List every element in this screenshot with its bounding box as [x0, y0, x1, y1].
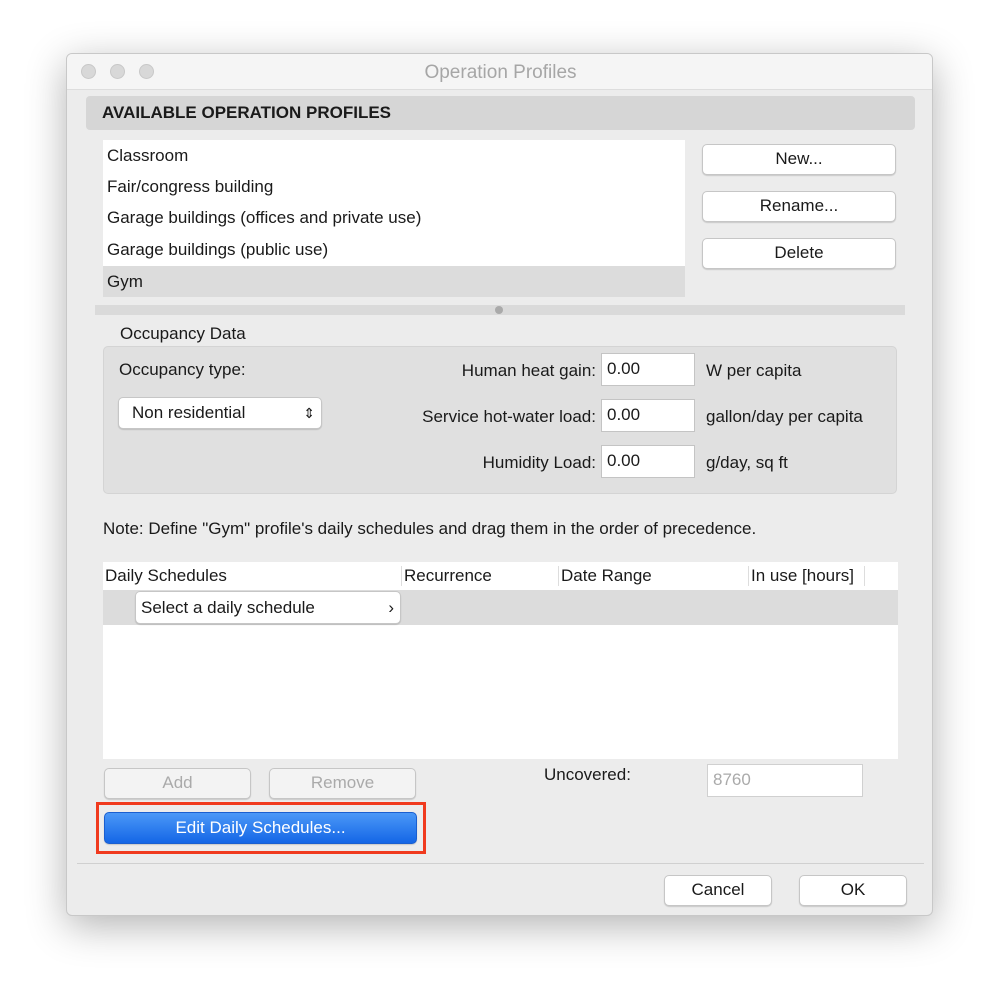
heat-gain-unit: W per capita: [706, 361, 802, 380]
cancel-button[interactable]: Cancel: [664, 875, 772, 906]
column-header[interactable]: Date Range: [558, 566, 652, 586]
divider-handle-icon[interactable]: [495, 306, 503, 314]
split-divider[interactable]: [95, 305, 905, 315]
table-row: Select a daily schedule ›: [103, 590, 898, 625]
column-header[interactable]: Daily Schedules: [105, 566, 227, 586]
list-item[interactable]: Garage buildings (offices and private us…: [103, 202, 685, 233]
title-bar: Operation Profiles: [67, 54, 932, 90]
list-item[interactable]: Classroom: [103, 140, 685, 171]
profile-list: Classroom Fair/congress building Garage …: [103, 140, 685, 297]
uncovered-field: 8760: [707, 764, 863, 797]
occupancy-type-select[interactable]: Non residential ⇕: [118, 397, 322, 429]
delete-button[interactable]: Delete: [702, 238, 896, 269]
list-item[interactable]: Fair/congress building: [103, 171, 685, 202]
column-header[interactable]: Recurrence: [401, 566, 492, 586]
operation-profiles-dialog: Operation Profiles AVAILABLE OPERATION P…: [66, 53, 933, 916]
footer-divider: [77, 863, 924, 864]
schedules-table: Daily Schedules Recurrence Date Range In…: [103, 562, 898, 759]
humidity-label: Humidity Load:: [482, 453, 596, 472]
ok-button[interactable]: OK: [799, 875, 907, 906]
heat-gain-label: Human heat gain:: [461, 361, 596, 380]
heat-gain-input[interactable]: 0.00: [601, 353, 695, 386]
occupancy-group-label: Occupancy Data: [120, 324, 246, 343]
window-title: Operation Profiles: [424, 62, 577, 83]
add-button[interactable]: Add: [104, 768, 251, 799]
occupancy-type-label: Occupancy type:: [119, 360, 246, 379]
hot-water-input[interactable]: 0.00: [601, 399, 695, 432]
hot-water-label: Service hot-water load:: [422, 407, 596, 426]
section-header: AVAILABLE OPERATION PROFILES: [86, 96, 915, 130]
humidity-input[interactable]: 0.00: [601, 445, 695, 478]
occupancy-type-value: Non residential: [132, 403, 246, 422]
humidity-unit: g/day, sq ft: [706, 453, 788, 472]
uncovered-label: Uncovered:: [544, 765, 631, 784]
chevron-right-icon: ›: [388, 598, 394, 617]
edit-daily-schedules-button[interactable]: Edit Daily Schedules...: [104, 812, 417, 844]
select-daily-schedule-label: Select a daily schedule: [141, 598, 315, 617]
select-daily-schedule-button[interactable]: Select a daily schedule ›: [135, 591, 401, 624]
list-item-selected[interactable]: Gym: [103, 266, 685, 297]
occupancy-panel: Occupancy type: Non residential ⇕ Human …: [103, 346, 897, 494]
note-text: Note: Define "Gym" profile's daily sched…: [103, 519, 757, 538]
column-header[interactable]: In use [hours]: [748, 566, 866, 586]
updown-chevron-icon: ⇕: [303, 405, 315, 421]
hot-water-unit: gallon/day per capita: [706, 407, 863, 426]
new-button[interactable]: New...: [702, 144, 896, 175]
remove-button[interactable]: Remove: [269, 768, 416, 799]
rename-button[interactable]: Rename...: [702, 191, 896, 222]
list-item[interactable]: Garage buildings (public use): [103, 234, 685, 265]
